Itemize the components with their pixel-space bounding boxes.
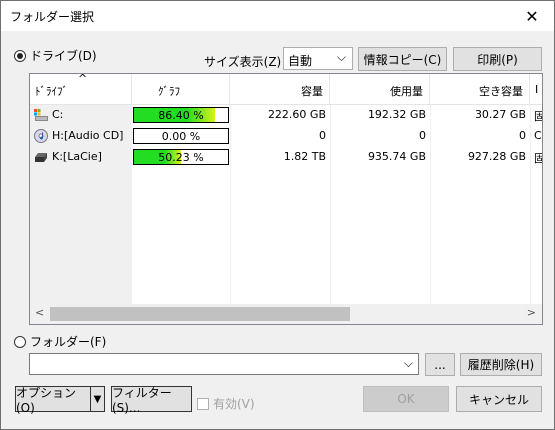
column-header-label: I — [535, 83, 539, 96]
caret-down-icon: ▼ — [93, 393, 102, 405]
drive-radio-label: ドライブ(D) — [30, 49, 97, 63]
external-drive-icon — [35, 153, 47, 162]
hard-drive-windows-icon — [34, 109, 48, 121]
column-header-label: ｸﾞﾗﾌ — [158, 85, 180, 98]
chevron-down-icon: ⌵ — [336, 50, 346, 64]
window-title: フォルダー選択 — [10, 10, 95, 24]
free-value: 927.28 GB — [467, 150, 526, 163]
options-dropdown-button[interactable]: ▼ — [90, 386, 105, 412]
folder-path-input[interactable]: ⌵ — [29, 353, 419, 375]
column-header-graph[interactable]: ｸﾞﾗﾌ — [132, 74, 230, 104]
enabled-checkbox[interactable]: 有効(V) — [197, 395, 255, 412]
browse-button[interactable]: ... — [425, 353, 455, 376]
capacity-value: 1.82 TB — [283, 150, 326, 163]
title-bar: フォルダー選択 ✕ — [1, 1, 554, 31]
table-row[interactable]: C: 86.40 % 222.60 GB 192.32 GB 30.27 GB … — [30, 105, 542, 126]
enabled-checkbox-box[interactable] — [197, 397, 209, 410]
audio-cd-icon — [34, 129, 48, 143]
list-header: ﾄﾞﾗｲﾌﾞ ^ ｸﾞﾗﾌ 容量 使用量 空き容量 I — [30, 74, 542, 105]
scroll-left-icon[interactable]: < — [35, 306, 44, 319]
horizontal-scrollbar[interactable]: < > — [30, 304, 542, 324]
usage-bar: 50.23 % — [133, 149, 229, 165]
table-row[interactable]: H:[Audio CD] 0.00 % 0 0 0 C — [30, 126, 542, 147]
usage-percent: 50.23 % — [158, 151, 204, 164]
folder-radio-dot[interactable] — [14, 335, 26, 348]
copy-info-button[interactable]: 情報コピー(C) — [358, 47, 447, 71]
options-button[interactable]: オプション(O) — [15, 386, 91, 415]
enabled-checkbox-label: 有効(V) — [213, 397, 255, 411]
free-value: 30.27 GB — [474, 108, 526, 121]
column-header-label: ﾄﾞﾗｲﾌﾞ — [35, 85, 68, 98]
column-header-drive[interactable]: ﾄﾞﾗｲﾌﾞ ^ — [30, 74, 132, 104]
drive-name: H:[Audio CD] — [52, 129, 124, 142]
close-icon[interactable]: ✕ — [510, 1, 554, 31]
usage-percent: 86.40 % — [158, 109, 204, 122]
free-value: 0 — [519, 129, 526, 142]
scroll-right-icon[interactable]: > — [527, 306, 536, 319]
column-header-label: 空き容量 — [479, 85, 523, 98]
sort-asc-icon: ^ — [78, 73, 88, 85]
used-value: 192.32 GB — [367, 108, 426, 121]
size-display-label: サイズ表示(Z) — [204, 55, 282, 69]
usage-percent: 0.00 % — [161, 130, 201, 143]
chevron-down-icon[interactable]: ⌵ — [404, 356, 413, 371]
folder-select-dialog: フォルダー選択 ✕ ドライブ(D) サイズ表示(Z) 自動 ⌵ 情報コピー(C)… — [0, 0, 555, 430]
drive-radio-dot[interactable] — [14, 49, 26, 62]
extra-value: 固 — [534, 150, 542, 166]
folder-radio-label: フォルダー(F) — [30, 335, 107, 349]
filter-button[interactable]: フィルター(S)... — [111, 386, 192, 415]
column-header-used[interactable]: 使用量 — [330, 74, 430, 104]
column-header-extra[interactable]: I — [530, 74, 542, 104]
ok-button[interactable]: OK — [363, 386, 449, 412]
drive-name: K:[LaCie] — [52, 150, 102, 163]
drive-list[interactable]: ﾄﾞﾗｲﾌﾞ ^ ｸﾞﾗﾌ 容量 使用量 空き容量 I C: 86.40 % 2… — [29, 73, 543, 325]
extra-value: C — [534, 129, 542, 142]
capacity-value: 0 — [319, 129, 326, 142]
folder-radio[interactable]: フォルダー(F) — [14, 333, 106, 350]
scrollbar-thumb[interactable] — [50, 307, 350, 321]
size-display-value: 自動 — [288, 54, 313, 68]
column-header-capacity[interactable]: 容量 — [230, 74, 330, 104]
cancel-button[interactable]: キャンセル — [456, 386, 542, 412]
column-header-label: 容量 — [301, 85, 323, 98]
table-row[interactable]: K:[LaCie] 50.23 % 1.82 TB 935.74 GB 927.… — [30, 147, 542, 168]
size-display-select[interactable]: 自動 ⌵ — [283, 47, 353, 70]
column-header-label: 使用量 — [390, 85, 423, 98]
drive-name: C: — [52, 108, 64, 121]
drive-radio[interactable]: ドライブ(D) — [14, 47, 97, 64]
print-button[interactable]: 印刷(P) — [453, 47, 542, 71]
used-value: 935.74 GB — [367, 150, 426, 163]
column-header-free[interactable]: 空き容量 — [430, 74, 530, 104]
usage-bar: 0.00 % — [133, 128, 229, 144]
delete-history-button[interactable]: 履歴削除(H) — [460, 353, 542, 376]
capacity-value: 222.60 GB — [267, 108, 326, 121]
used-value: 0 — [419, 129, 426, 142]
usage-bar: 86.40 % — [133, 107, 229, 123]
extra-value: 固 — [534, 108, 542, 124]
